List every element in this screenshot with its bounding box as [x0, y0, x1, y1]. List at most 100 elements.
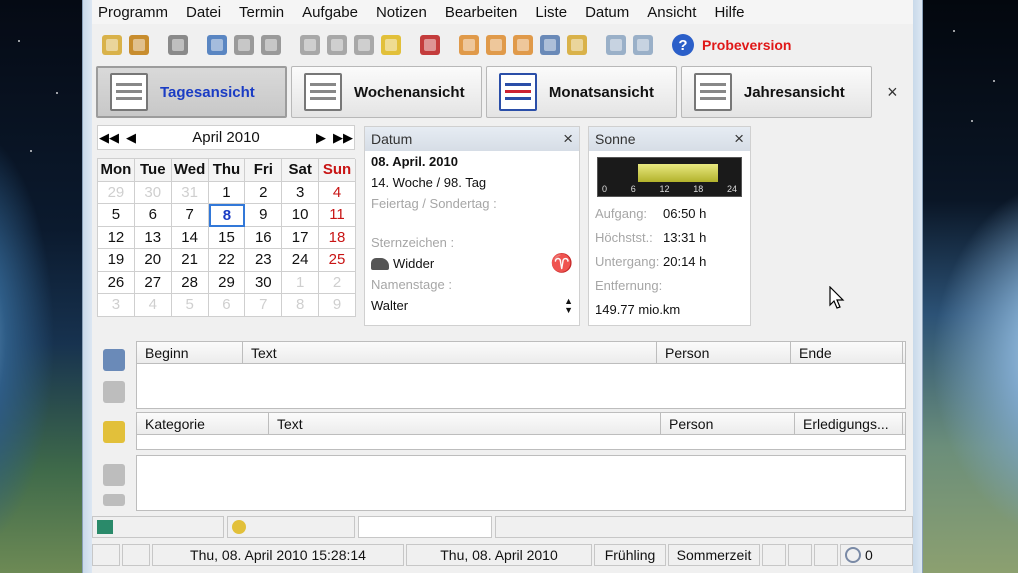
menu-liste[interactable]: Liste [535, 4, 576, 21]
menu-termin[interactable]: Termin [239, 4, 293, 21]
close-icon[interactable]: × [563, 129, 573, 149]
print-icon[interactable] [168, 35, 188, 55]
calendar-day[interactable]: 11 [319, 204, 356, 227]
calendar-day[interactable]: 24 [282, 249, 320, 272]
appointments-list[interactable]: Beginn Text Person Ende [136, 341, 906, 409]
appointments-column-header[interactable]: Person [657, 342, 791, 363]
calendar-day[interactable]: 1 [208, 181, 246, 204]
calendar-day[interactable]: 5 [171, 294, 209, 317]
last-month-button[interactable]: ▶▶ [332, 130, 354, 146]
menu-programm[interactable]: Programm [98, 4, 177, 21]
calendar-day[interactable]: 4 [134, 294, 172, 317]
calendar-day[interactable]: 14 [171, 226, 209, 249]
nameday-spinner-icon[interactable]: ▲ ▼ [564, 296, 573, 315]
lightbulb-icon[interactable] [381, 35, 401, 55]
status-reminder[interactable]: 0 [840, 544, 913, 566]
calendar-day[interactable]: 12 [98, 226, 135, 249]
help-icon[interactable]: ? [672, 34, 694, 56]
grid-icon[interactable] [234, 35, 254, 55]
appointments-column-header[interactable]: Ende [791, 342, 903, 363]
clock-icon[interactable] [207, 35, 227, 55]
tab-jahresansicht[interactable]: Jahresansicht [680, 66, 872, 118]
calendar-day[interactable]: 9 [319, 294, 356, 317]
calendar-day[interactable]: 13 [134, 226, 172, 249]
month-sheet-icon[interactable] [513, 35, 533, 55]
day-sheet-icon[interactable] [459, 35, 479, 55]
calendar-day[interactable]: 28 [171, 271, 209, 294]
search-icon[interactable] [540, 35, 560, 55]
close-icon[interactable]: × [876, 66, 909, 118]
prev-month-button[interactable]: ◀ [120, 130, 142, 146]
calendar-day[interactable]: 29 [208, 271, 246, 294]
tasks-column-header[interactable]: Kategorie [137, 413, 269, 434]
calendar-day[interactable]: 30 [134, 181, 172, 204]
menu-aufgabe[interactable]: Aufgabe [302, 4, 367, 21]
calendar-day[interactable]: 9 [245, 204, 283, 227]
tasks-column-header[interactable]: Erledigungs... [795, 413, 903, 434]
calendar-day[interactable]: 31 [171, 181, 209, 204]
calendar-day[interactable]: 1 [282, 271, 320, 294]
copy-icon[interactable] [300, 35, 320, 55]
calendar-day[interactable]: 18 [319, 226, 356, 249]
window-icon[interactable] [606, 35, 626, 55]
menu-bearbeiten[interactable]: Bearbeiten [445, 4, 527, 21]
calendar-icon[interactable] [103, 381, 125, 403]
tab-monatsansicht[interactable]: Monatsansicht [485, 66, 677, 118]
calendar-day[interactable]: 30 [245, 271, 283, 294]
notes-area[interactable] [136, 455, 906, 511]
calendar-day[interactable]: 2 [319, 271, 356, 294]
menu-hilfe[interactable]: Hilfe [714, 4, 753, 21]
week-sheet-icon[interactable] [486, 35, 506, 55]
menu-notizen[interactable]: Notizen [376, 4, 436, 21]
note-icon[interactable] [103, 464, 125, 486]
appointments-column-header[interactable]: Beginn [137, 342, 243, 363]
calendar-day[interactable]: 21 [171, 249, 209, 272]
calendar-day[interactable]: 20 [134, 249, 172, 272]
screen-icon[interactable] [633, 35, 653, 55]
calendar-day[interactable]: 25 [319, 249, 356, 272]
calendar-day[interactable]: 16 [245, 226, 283, 249]
undo-icon[interactable] [327, 35, 347, 55]
close-icon[interactable]: × [734, 129, 744, 149]
appointments-column-header[interactable]: Text [243, 342, 657, 363]
calendar-day[interactable]: 6 [208, 294, 246, 317]
calendar-day[interactable]: 19 [98, 249, 135, 272]
calendar-day[interactable]: 22 [208, 249, 246, 272]
tab-wochenansicht[interactable]: Wochenansicht [290, 66, 482, 118]
calendar-day[interactable]: 17 [282, 226, 320, 249]
status-input[interactable] [358, 516, 492, 538]
calendar-day[interactable]: 2 [245, 181, 283, 204]
calendar-day[interactable]: 3 [98, 294, 135, 317]
calendar-day[interactable]: 8 [208, 204, 246, 227]
menu-datum[interactable]: Datum [585, 4, 638, 21]
calendar-day[interactable]: 27 [134, 271, 172, 294]
calendar-day[interactable]: 15 [208, 226, 246, 249]
next-month-button[interactable]: ▶ [310, 130, 332, 146]
tasks-list[interactable]: Kategorie Text Person Erledigungs... [136, 412, 906, 450]
appointments-icon[interactable] [103, 349, 125, 371]
calendar-day[interactable]: 29 [98, 181, 135, 204]
calendar-day[interactable]: 4 [319, 181, 356, 204]
calendar-day[interactable]: 6 [134, 204, 172, 227]
note-icon[interactable] [103, 494, 125, 506]
birthday-icon[interactable] [420, 35, 440, 55]
calendar-day[interactable]: 26 [98, 271, 135, 294]
calendar-grid-icon[interactable] [261, 35, 281, 55]
paste-icon[interactable] [354, 35, 374, 55]
folder-icon[interactable] [129, 35, 149, 55]
first-month-button[interactable]: ◀◀ [98, 130, 120, 146]
tasks-column-header[interactable]: Person [661, 413, 795, 434]
new-appointment-icon[interactable] [102, 35, 122, 55]
tab-tagesansicht[interactable]: Tagesansicht [96, 66, 287, 118]
calendar-day[interactable]: 10 [282, 204, 320, 227]
task-icon[interactable] [103, 421, 125, 443]
calendar-day[interactable]: 7 [171, 204, 209, 227]
calendar-day[interactable]: 23 [245, 249, 283, 272]
calendar-day[interactable]: 7 [245, 294, 283, 317]
calendar-day[interactable]: 8 [282, 294, 320, 317]
calendar-day[interactable]: 5 [98, 204, 135, 227]
tasks-column-header[interactable]: Text [269, 413, 661, 434]
calendar-day[interactable]: 3 [282, 181, 320, 204]
menu-ansicht[interactable]: Ansicht [647, 4, 705, 21]
menu-datei[interactable]: Datei [186, 4, 230, 21]
